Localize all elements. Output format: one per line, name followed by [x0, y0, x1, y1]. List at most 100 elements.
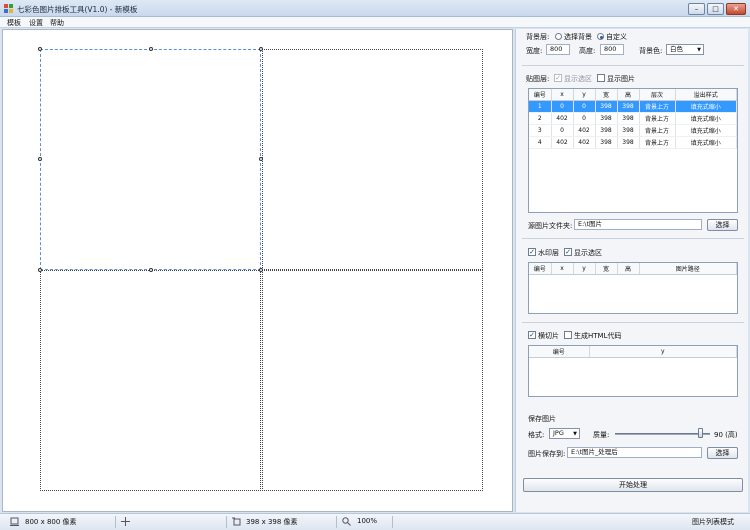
maximize-button[interactable]: □ [707, 3, 724, 15]
cell: 填充式缩小 [675, 112, 737, 125]
slice-table[interactable]: 编号 y [528, 345, 738, 397]
width-input[interactable]: 800 [546, 44, 570, 55]
source-folder-select-button[interactable]: 选择 [707, 219, 738, 231]
cell: 0 [551, 124, 574, 137]
background-color-label: 背景色: [639, 47, 663, 55]
custom-background-radio[interactable] [597, 33, 604, 40]
show-image-label: 显示图片 [607, 75, 635, 83]
watermark-layer-checkbox[interactable]: ✓ [528, 248, 536, 256]
watermark-table[interactable]: 编号 x y 宽 高 图片路径 [528, 262, 738, 314]
table-row[interactable]: 3 0 402 398 398 背景上方 填充式缩小 [529, 124, 737, 137]
menu-help[interactable]: 帮助 [50, 18, 64, 28]
tile-2[interactable] [262, 49, 483, 270]
cell: 背景上方 [639, 124, 676, 137]
table-row[interactable]: 2 402 0 398 398 背景上方 填充式缩小 [529, 112, 737, 125]
col-header[interactable]: 高 [617, 89, 640, 101]
col-header[interactable]: y [573, 89, 596, 101]
background-color-select[interactable]: 白色 ▼ [666, 44, 704, 55]
select-background-radio[interactable] [555, 33, 562, 40]
col-header[interactable]: 宽 [595, 263, 618, 275]
zoom-status: 100% [357, 517, 378, 525]
save-image-label: 保存图片 [528, 415, 556, 423]
col-header[interactable]: y [573, 263, 596, 275]
slice-image-checkbox[interactable]: ✓ [528, 331, 536, 339]
cell: 398 [595, 136, 618, 149]
cell: 填充式缩小 [675, 124, 737, 137]
divider [522, 65, 744, 66]
resize-handle[interactable] [38, 47, 42, 51]
cell: 2 [529, 112, 552, 125]
cell: 0 [573, 112, 596, 125]
cell: 1 [529, 100, 552, 113]
generate-html-checkbox[interactable] [564, 331, 572, 339]
mode-status: 图片列表模式 [692, 518, 734, 526]
cell: 填充式缩小 [675, 136, 737, 149]
col-header[interactable]: 高 [617, 263, 640, 275]
select-background-label[interactable]: 选择背景 [564, 32, 592, 42]
cell: 3 [529, 124, 552, 137]
col-header[interactable]: 图片路径 [639, 263, 737, 275]
resize-handle[interactable] [259, 157, 263, 161]
source-folder-label: 源图片文件夹: [528, 222, 573, 230]
start-processing-button[interactable]: 开始处理 [523, 478, 743, 492]
status-separator [336, 516, 337, 528]
resize-handle[interactable] [259, 47, 263, 51]
background-color-value: 白色 [670, 45, 683, 53]
show-image-checkbox[interactable] [597, 74, 605, 82]
tile-size-status: 398 x 398 像素 [246, 518, 298, 526]
menu-template[interactable]: 模板 [7, 18, 21, 28]
col-header[interactable]: 层次 [639, 89, 676, 101]
menu-settings[interactable]: 设置 [29, 18, 43, 28]
table-row[interactable]: 4 402 402 398 398 背景上方 填充式缩小 [529, 136, 737, 149]
divider [522, 238, 744, 239]
window-title: 七彩色图片排板工具(V1.0) - 新模板 [17, 5, 138, 14]
cell: 398 [617, 112, 640, 125]
zoom-icon [342, 517, 351, 526]
save-to-select-button[interactable]: 选择 [707, 447, 738, 459]
format-value: JPG [553, 429, 564, 437]
col-header[interactable]: 宽 [595, 89, 618, 101]
cell: 402 [551, 112, 574, 125]
show-selection-checkbox[interactable]: ✓ [554, 74, 562, 82]
col-header[interactable]: x [551, 263, 574, 275]
tile-4[interactable] [262, 270, 483, 491]
resize-handle[interactable] [149, 268, 153, 272]
cell: 398 [595, 112, 618, 125]
col-header[interactable]: y [589, 346, 737, 358]
resize-handle[interactable] [149, 47, 153, 51]
col-header[interactable]: 编号 [529, 89, 552, 101]
cell: 4 [529, 136, 552, 149]
quality-slider-track[interactable] [615, 433, 710, 435]
col-header[interactable]: 溢出样式 [675, 89, 737, 101]
tile-3[interactable] [40, 270, 261, 491]
paste-layer-table[interactable]: 编号 x y 宽 高 层次 溢出样式 1 0 0 398 398 背景上方 填充式缩小 24… [528, 88, 738, 213]
tile-size-icon [232, 517, 241, 526]
minimize-button[interactable]: – [688, 3, 705, 15]
format-select[interactable]: JPG ▼ [549, 428, 580, 439]
cell: 背景上方 [639, 112, 676, 125]
close-button[interactable]: ✕ [726, 3, 746, 15]
watermark-show-selection-checkbox[interactable]: ✓ [564, 248, 572, 256]
resize-handle[interactable] [38, 157, 42, 161]
resize-handle[interactable] [259, 268, 263, 272]
tile-1[interactable] [40, 49, 261, 270]
col-header[interactable]: 编号 [529, 346, 590, 358]
source-folder-input[interactable]: E:\t图片 [574, 219, 702, 230]
height-input[interactable]: 800 [600, 44, 624, 55]
save-to-input[interactable]: E:\t图片_处理后 [567, 447, 702, 458]
background-layer-label: 背景层: [526, 33, 550, 41]
cell: 398 [617, 124, 640, 137]
col-header[interactable]: x [551, 89, 574, 101]
table-row[interactable]: 1 0 0 398 398 背景上方 填充式缩小 [529, 100, 737, 113]
watermark-show-selection-label: 显示选区 [574, 249, 602, 257]
quality-slider-thumb[interactable] [697, 428, 703, 438]
crosshair-icon [121, 517, 130, 526]
app-icon [4, 4, 14, 13]
generate-html-label: 生成HTML代码 [574, 332, 622, 340]
layout-canvas[interactable] [2, 29, 513, 512]
col-header[interactable]: 编号 [529, 263, 552, 275]
cell: 402 [573, 124, 596, 137]
custom-background-label[interactable]: 自定义 [606, 32, 627, 42]
cell: 398 [595, 100, 618, 113]
resize-handle[interactable] [38, 268, 42, 272]
